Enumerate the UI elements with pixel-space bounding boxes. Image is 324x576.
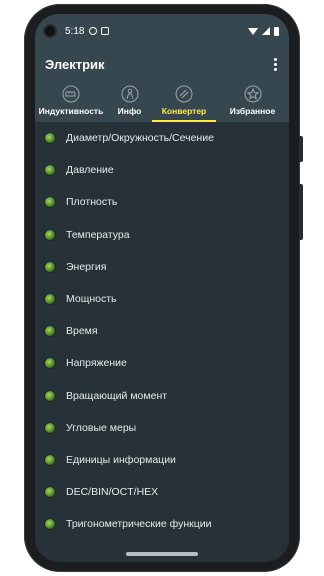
list-item-label: Угловые меры [66,421,137,434]
list-item[interactable]: Тригонометрические функции [35,508,289,540]
coil-icon [62,85,80,103]
list-item-label: Энергия [66,260,107,273]
app-bar: Электрик [35,48,289,80]
power-button [299,136,303,162]
bullet-icon [45,422,55,433]
list-item[interactable]: Напряжение [35,347,289,379]
list-item-label: Напряжение [66,357,127,370]
bullet-icon [45,487,55,498]
tab-info[interactable]: Инфо [107,80,152,122]
bullet-icon [45,197,55,208]
app-title: Электрик [45,56,105,72]
converter-icon [175,85,193,103]
list-item[interactable]: Давление [35,154,289,186]
tab-label: Избранное [229,106,276,116]
list-item[interactable]: Вращающий момент [35,380,289,412]
list-item[interactable]: Время [35,315,289,347]
tab-label: Инфо [117,106,142,116]
sync-icon [89,27,98,35]
bullet-icon [45,519,55,530]
list-item[interactable]: Единицы информации [35,444,289,476]
list-item[interactable]: Температура [35,219,289,251]
status-bar: 5:18 [35,14,289,48]
list-item-label: Единицы информации [66,453,176,466]
list-item-label: Время [66,325,98,338]
bullet-icon [45,390,55,401]
bullet-icon [45,133,55,144]
person-info-icon [121,85,139,103]
front-camera [43,24,57,38]
list-item-label: Мощность [66,293,117,306]
bullet-icon [45,326,55,337]
status-time: 5:18 [65,25,85,37]
screen: 5:18 Электрик Индуктивность Инфо Конверт… [35,14,289,562]
tab-label: Индуктивность [38,106,104,116]
wifi-icon [248,27,258,35]
bullet-icon [45,454,55,465]
tab-converter[interactable]: Конвертер [152,80,216,122]
list-item[interactable]: Мощность [35,283,289,315]
sim-card-icon [101,27,110,35]
list-item-label: Давление [66,164,114,177]
tab-bar: Индуктивность Инфо Конвертер Избранное [35,80,289,122]
tab-label: Конвертер [161,106,207,116]
list-item-label: Плотность [66,196,118,209]
list-item[interactable]: Плотность [35,186,289,218]
gesture-nav-handle[interactable] [126,552,198,556]
list-item-label: Тригонометрические функции [66,518,212,531]
signal-icon [262,27,270,35]
bullet-icon [45,358,55,369]
list-item-label: DEC/BIN/OCT/HEX [66,486,159,499]
bullet-icon [45,261,55,272]
list-item[interactable]: Энергия [35,251,289,283]
overflow-menu-icon[interactable] [270,54,281,75]
list-item-label: Диаметр/Окружность/Сечение [66,132,214,145]
status-icons [248,26,279,36]
tab-inductance[interactable]: Индуктивность [35,80,107,122]
converter-list: Диаметр/Окружность/Сечение Давление Плот… [35,122,289,540]
list-item[interactable]: Диаметр/Окружность/Сечение [35,122,289,154]
bullet-icon [45,229,55,240]
list-item[interactable]: Угловые меры [35,412,289,444]
list-item-label: Температура [66,228,130,241]
bullet-icon [45,294,55,305]
tab-favorites[interactable]: Избранное [216,80,289,122]
list-item[interactable]: DEC/BIN/OCT/HEX [35,476,289,508]
battery-icon [274,26,279,36]
volume-button [299,184,303,240]
list-item-label: Вращающий момент [66,389,168,402]
star-icon [244,85,262,103]
bullet-icon [45,165,55,176]
